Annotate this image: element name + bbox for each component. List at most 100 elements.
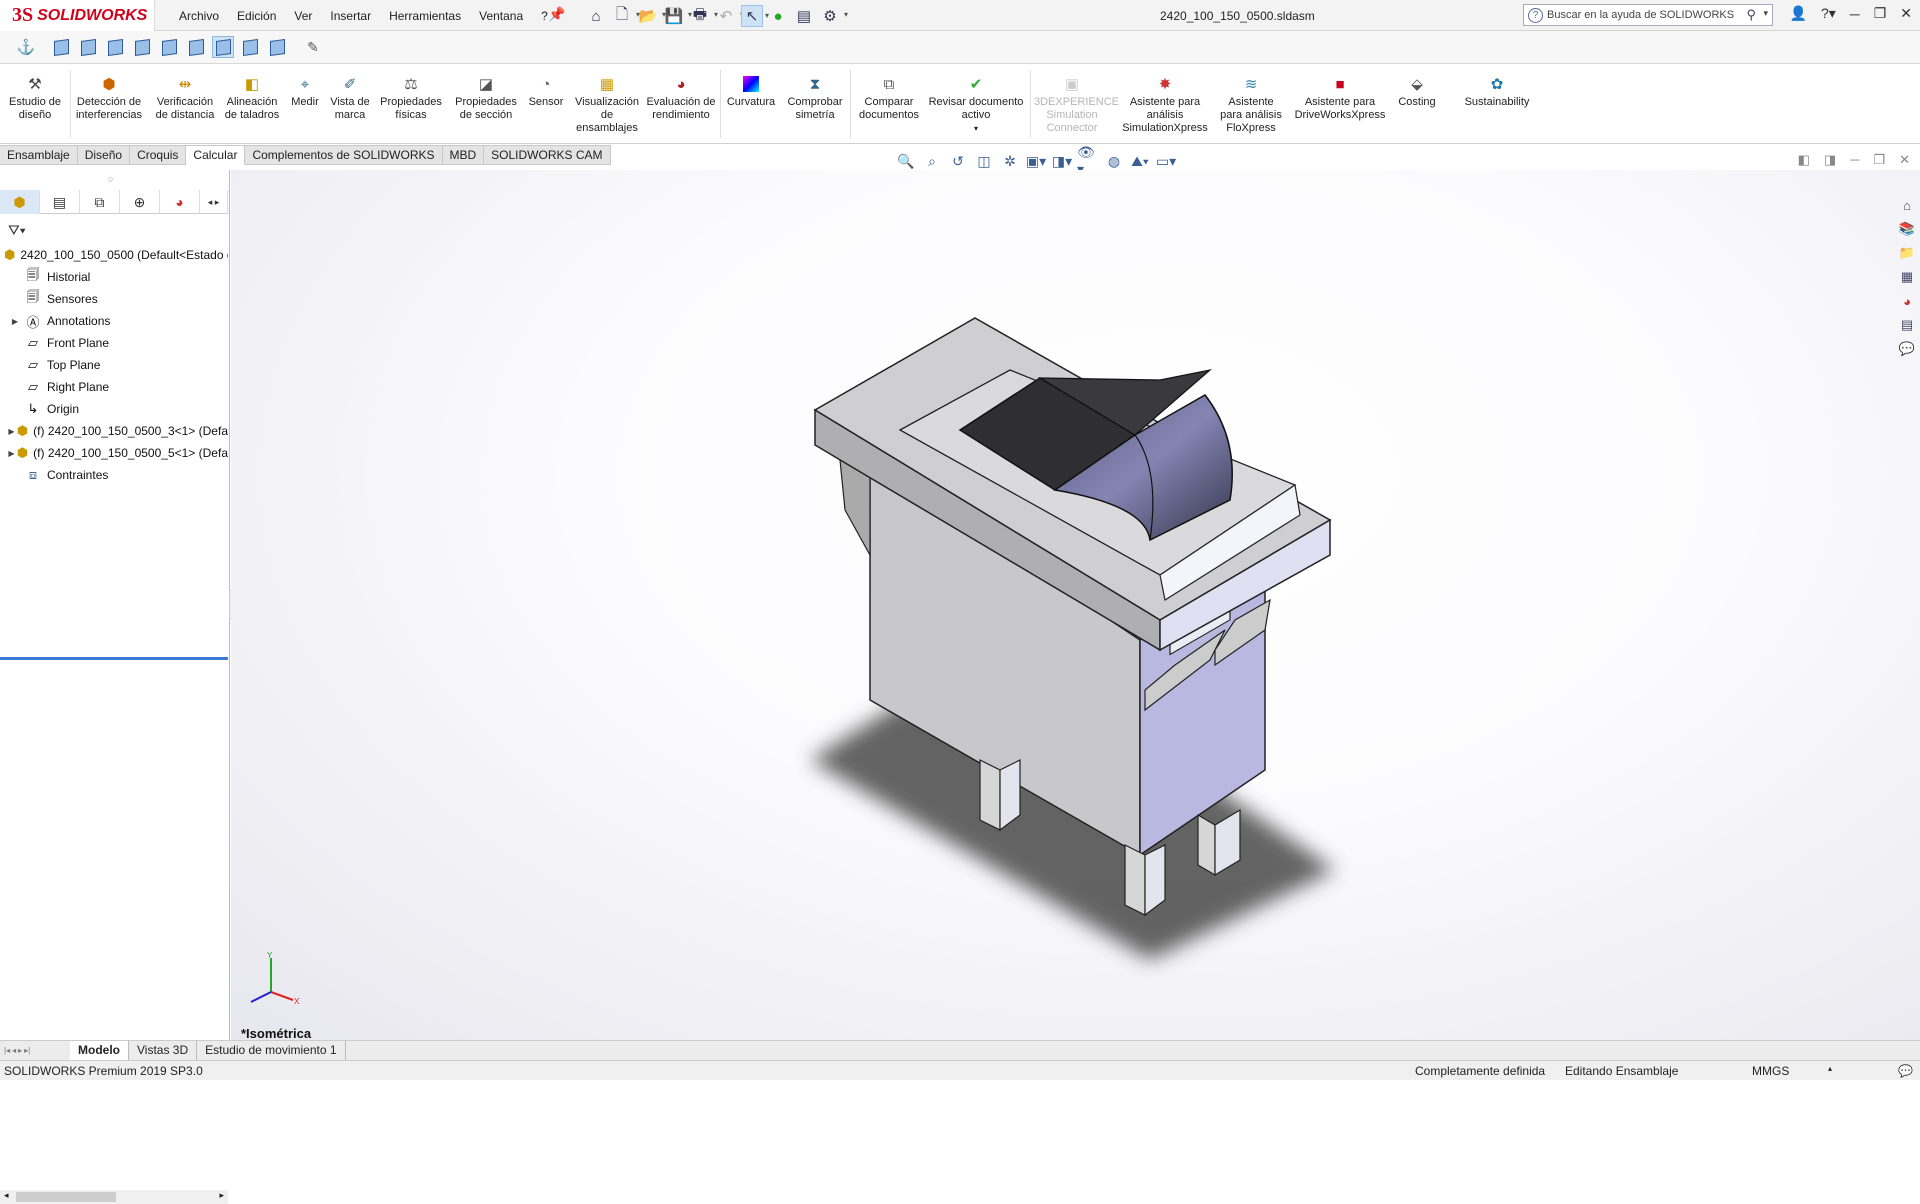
bottom-view-icon[interactable] — [185, 36, 207, 58]
tooltip-toggle-icon[interactable]: 💬 — [1898, 1064, 1913, 1078]
tree-item-component-5[interactable]: ▶ ⬢ (f) 2420_100_150_0500_5<1> (Defa — [0, 442, 228, 464]
menu-ventana[interactable]: Ventana — [470, 9, 532, 23]
zoom-to-area-icon[interactable]: ⌕ — [921, 152, 943, 170]
tile-right-icon[interactable]: ◨ — [1824, 152, 1836, 168]
forum-icon[interactable]: 💬 — [1896, 339, 1918, 359]
new-document-icon[interactable]: 🗋 — [611, 5, 640, 27]
tree-item-right-plane[interactable]: ▱ Right Plane — [0, 376, 228, 398]
undo-icon[interactable]: ↶ — [715, 5, 744, 27]
tab-modelo[interactable]: Modelo — [70, 1041, 129, 1060]
file-explorer-icon[interactable]: 📁 — [1896, 243, 1918, 263]
expand-arrow-icon[interactable]: ▶ — [6, 449, 17, 458]
right-view-icon[interactable] — [131, 36, 153, 58]
status-units[interactable]: MMGS — [1752, 1064, 1789, 1078]
design-library-icon[interactable]: 📚 — [1896, 219, 1918, 239]
ribbon-sensor[interactable]: ◔ Sensor — [526, 74, 566, 109]
tree-item-historial[interactable]: 🗐 Historial — [0, 266, 228, 288]
front-view-icon[interactable] — [50, 36, 72, 58]
tile-left-icon[interactable]: ◧ — [1798, 152, 1810, 168]
dimxpert-tab-icon[interactable]: ⊕ — [120, 190, 160, 214]
edit-appearance-icon[interactable]: ◍ — [1103, 152, 1125, 170]
tab-solidworks-cam[interactable]: SOLIDWORKS CAM — [484, 145, 611, 165]
scroll-thumb[interactable] — [16, 1192, 116, 1202]
pin-icon[interactable]: 📌 — [548, 6, 565, 23]
ribbon-check-symmetry[interactable]: ⧗ Comprobar simetría — [782, 74, 848, 122]
close-icon[interactable]: ✕ — [1900, 5, 1912, 22]
help-search-box[interactable]: ? Buscar en la ayuda de SOLIDWORKS ⚲ ▾ — [1523, 4, 1773, 26]
ribbon-performance-evaluation[interactable]: ◕ Evaluación de rendimiento — [646, 74, 716, 122]
restore-icon[interactable]: ❐ — [1874, 5, 1887, 22]
featuremanager-tab-icon[interactable]: ⬢ — [0, 190, 40, 214]
configurationmanager-tab-icon[interactable]: ⧉ — [80, 190, 120, 214]
minimize-icon[interactable]: ─ — [1850, 6, 1860, 22]
expand-arrow-icon[interactable]: ▶ — [6, 427, 17, 436]
isometric-view-icon[interactable] — [212, 36, 234, 58]
display-style-icon[interactable]: ◨▾ — [1051, 152, 1073, 170]
left-view-icon[interactable] — [104, 36, 126, 58]
ribbon-simulationxpress[interactable]: ✸ Asistente para análisis SimulationXpres… — [1116, 74, 1214, 135]
view-orientation-icon[interactable]: ▣▾ — [1025, 152, 1047, 170]
filter-icon[interactable]: ⛛▾ — [8, 222, 26, 239]
menu-ver[interactable]: Ver — [285, 9, 321, 23]
ribbon-interference[interactable]: ⬢ Detección de interferencias — [74, 74, 144, 122]
tab-calcular[interactable]: Calcular — [186, 145, 246, 165]
appearances-icon[interactable]: ◕ — [1896, 291, 1918, 311]
tab-complementos[interactable]: Complementos de SOLIDWORKS — [245, 145, 443, 165]
previous-view-icon[interactable]: ↺ — [947, 152, 969, 170]
save-icon[interactable]: 💾 — [663, 5, 692, 27]
sketch-pencil-icon[interactable]: ✎ — [302, 36, 324, 58]
propertymanager-tab-icon[interactable]: ▤ — [40, 190, 80, 214]
expand-arrow-icon[interactable]: ▶ — [6, 317, 24, 326]
menu-edicion[interactable]: Edición — [228, 9, 285, 23]
ribbon-sustainability[interactable]: ✿ Sustainability — [1452, 74, 1542, 109]
tree-item-top-plane[interactable]: ▱ Top Plane — [0, 354, 228, 376]
ribbon-floxpress[interactable]: ≋ Asistente para análisis FloXpress — [1216, 74, 1286, 135]
menu-archivo[interactable]: Archivo — [170, 9, 228, 23]
viewport-restore-icon[interactable]: ❐ — [1873, 152, 1885, 168]
ribbon-markup[interactable]: ✐ Vista de marca — [324, 74, 376, 122]
menu-herramientas[interactable]: Herramientas — [380, 9, 470, 23]
units-chevron-icon[interactable]: ▴ — [1828, 1064, 1832, 1073]
user-icon[interactable]: 👤 — [1790, 5, 1807, 22]
tree-root-assembly[interactable]: ⬢ 2420_100_150_0500 (Default<Estado d — [0, 244, 228, 266]
solidworks-logo[interactable]: 3S SOLIDWORKS — [0, 0, 155, 31]
tab-nav-arrows[interactable]: |◂ ◂ ▸ ▸| — [0, 1046, 70, 1055]
ribbon-compare-documents[interactable]: ⧉ Comparar documentos — [854, 74, 924, 122]
tree-item-component-3[interactable]: ▶ ⬢ (f) 2420_100_150_0500_3<1> (Defa — [0, 420, 228, 442]
apply-scene-icon[interactable]: ⛰▾ — [1129, 152, 1151, 170]
tab-ensamblaje[interactable]: Ensamblaje — [0, 145, 78, 165]
solidworks-resources-icon[interactable]: ⌂ — [1896, 195, 1918, 215]
tree-item-sensores[interactable]: 🗐 Sensores — [0, 288, 228, 310]
hide-show-items-icon[interactable]: 👁▾ — [1077, 144, 1099, 177]
dynamic-annotation-icon[interactable]: ✲ — [999, 152, 1021, 170]
ribbon-hole-alignment[interactable]: ◧ Alineación de taladros — [220, 74, 284, 122]
view-settings-icon[interactable]: ▭▾ — [1155, 152, 1177, 170]
trimetric-view-icon[interactable] — [239, 36, 261, 58]
zoom-to-fit-icon[interactable]: 🔍 — [895, 152, 917, 170]
ribbon-costing[interactable]: ⬙ Costing — [1392, 74, 1442, 109]
ribbon-clearance[interactable]: ⇹ Verificación de distancia — [150, 74, 220, 122]
tree-item-origin[interactable]: ↳ Origin — [0, 398, 228, 420]
open-folder-icon[interactable]: 📂 — [637, 5, 666, 27]
tab-vistas-3d[interactable]: Vistas 3D — [129, 1041, 198, 1060]
print-icon[interactable]: 🖶 — [689, 5, 718, 27]
ribbon-check-active-document[interactable]: ✔ Revisar documento activo ▾ — [926, 74, 1026, 135]
ribbon-curvature[interactable]: Curvatura — [724, 74, 778, 109]
tab-croquis[interactable]: Croquis — [130, 145, 187, 165]
ribbon-driveworksxpress[interactable]: ■ Asistente para DriveWorksXpress — [1290, 74, 1390, 122]
panel-grip-icon[interactable]: ○ — [108, 174, 113, 184]
tab-mbd[interactable]: MBD — [442, 145, 485, 165]
ribbon-assembly-visualization[interactable]: ▦ Visualización de ensamblajes — [570, 74, 644, 135]
model-rocker-switch[interactable] — [231, 170, 1920, 1040]
file-properties-icon[interactable]: ▤ — [793, 5, 815, 27]
rebuild-traffic-light-icon[interactable]: ● — [767, 5, 789, 27]
tab-estudio-movimiento[interactable]: Estudio de movimiento 1 — [197, 1041, 346, 1060]
ribbon-measure[interactable]: ⌖ Medir — [285, 74, 325, 109]
tree-item-contraintes[interactable]: ⧈ Contraintes — [0, 464, 228, 486]
tree-item-front-plane[interactable]: ▱ Front Plane — [0, 332, 228, 354]
back-view-icon[interactable] — [77, 36, 99, 58]
top-view-icon[interactable] — [158, 36, 180, 58]
tree-item-annotations[interactable]: ▶ Ⓐ Annotations — [0, 310, 228, 332]
rollback-bar[interactable] — [0, 657, 228, 660]
graphics-area[interactable]: Y X *Isométrica — [231, 170, 1920, 1041]
